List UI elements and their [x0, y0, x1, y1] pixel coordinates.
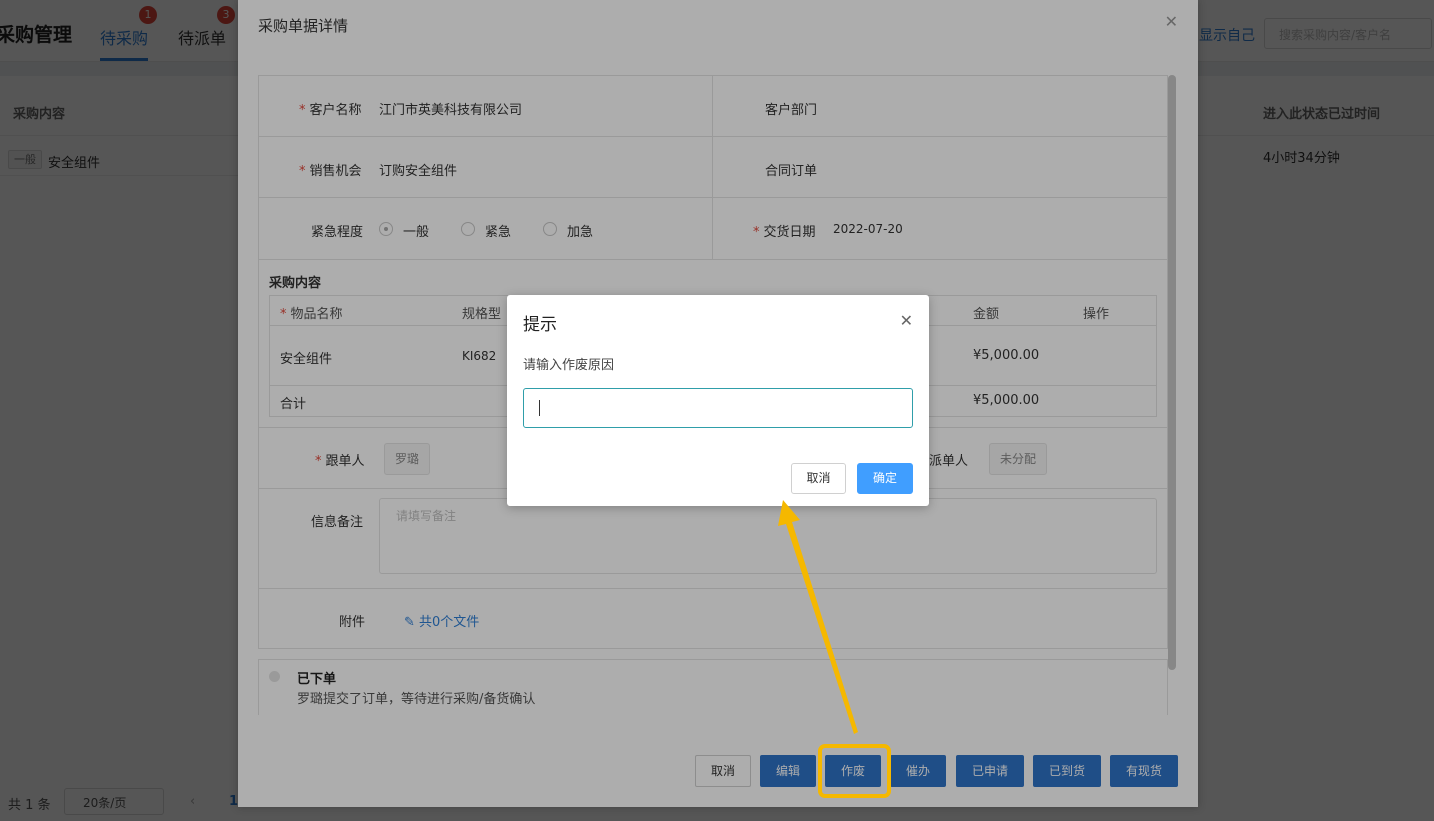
- dialog-confirm-button[interactable]: 确定: [857, 463, 913, 494]
- void-reason-input[interactable]: [523, 388, 913, 428]
- void-reason-dialog: 提示 ✕ 请输入作废原因 取消 确定: [507, 295, 929, 506]
- text-caret: [539, 400, 540, 416]
- close-icon[interactable]: ✕: [900, 311, 913, 330]
- dialog-cancel-button[interactable]: 取消: [791, 463, 846, 494]
- dialog-message: 请输入作废原因: [523, 358, 615, 373]
- dialog-title: 提示: [523, 315, 557, 335]
